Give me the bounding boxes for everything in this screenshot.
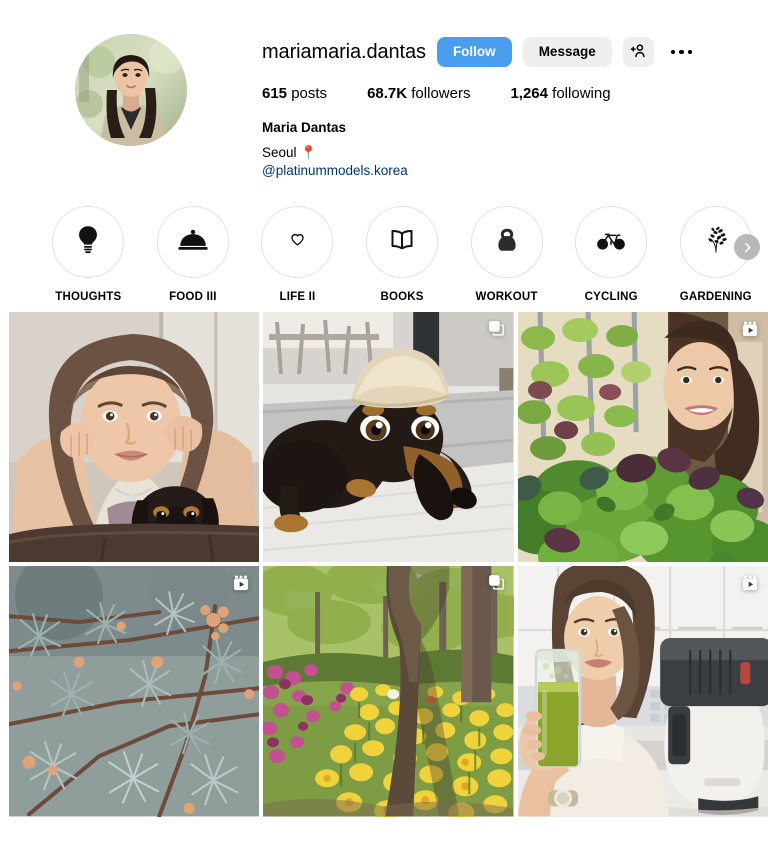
highlight-thoughts-label: THOUGHTS: [55, 291, 122, 303]
carousel-icon: [488, 574, 505, 591]
kettlebell-icon: [492, 225, 522, 260]
heart-icon: [290, 232, 305, 252]
post-dachshund-with-bread-hat[interactable]: [263, 312, 514, 563]
highlight-books[interactable]: BOOKS: [350, 206, 455, 312]
post-green-juice-kitchen[interactable]: [517, 566, 768, 817]
post-blue-spruce-branches[interactable]: [9, 566, 260, 817]
highlight-books-label: BOOKS: [380, 291, 424, 303]
instagram-profile-page: mariamaria.dantas Follow Message 615 pos…: [0, 0, 768, 842]
bicycle-icon: [594, 223, 628, 262]
username-row: mariamaria.dantas Follow Message: [262, 36, 768, 68]
food-cloche-icon: [176, 223, 210, 262]
avatar[interactable]: [75, 34, 187, 146]
bio-link[interactable]: @platinummodels.korea: [262, 162, 768, 180]
highlight-workout-label: WORKOUT: [475, 291, 538, 303]
stat-posts-value: 615: [262, 85, 288, 102]
profile-header: mariamaria.dantas Follow Message 615 pos…: [0, 0, 768, 196]
chevron-right-icon: [741, 241, 754, 254]
highlight-life-label: LIFE II: [279, 291, 316, 303]
stat-posts[interactable]: 615 posts: [262, 84, 327, 104]
stat-followers-value: 68.7K: [367, 85, 408, 102]
highlight-life[interactable]: LIFE II: [245, 206, 350, 312]
highlight-workout-ring: [470, 206, 543, 278]
reels-icon: [232, 574, 250, 592]
highlight-thoughts-ring: [52, 206, 125, 278]
carousel-icon: [488, 320, 505, 337]
bio: Maria Dantas Seoul 📍 @platinummodels.kor…: [262, 119, 768, 180]
stat-followers[interactable]: 68.7K followers: [367, 84, 470, 104]
reels-icon: [741, 574, 759, 592]
bio-location: Seoul 📍: [262, 145, 318, 160]
post-grid: [0, 312, 768, 817]
stat-following-label: following: [552, 85, 611, 102]
post-spring-daffodil-garden[interactable]: [263, 566, 514, 817]
add-person-icon: [630, 42, 647, 62]
highlights-next-button[interactable]: [734, 234, 760, 260]
highlight-workout[interactable]: WORKOUT: [454, 206, 559, 312]
highlight-cycling[interactable]: CYCLING: [559, 206, 664, 312]
highlight-food[interactable]: FOOD III: [141, 206, 246, 312]
highlight-books-ring: [366, 206, 439, 278]
stats-row: 615 posts 68.7K followers 1,264 followin…: [262, 84, 768, 104]
stat-posts-label: posts: [291, 85, 328, 102]
stat-following-value: 1,264: [510, 85, 548, 102]
username: mariamaria.dantas: [262, 41, 426, 63]
post-hydroponic-greens-harvest[interactable]: [517, 312, 768, 563]
open-book-icon: [386, 224, 418, 261]
post-woman-with-dachshund[interactable]: [9, 312, 260, 563]
plant-sprig-icon: [700, 224, 732, 261]
lightbulb-icon: [71, 223, 105, 262]
story-highlights: THOUGHTS FOOD III LIFE II BOOKS WORKOUT …: [0, 196, 768, 312]
stat-followers-label: followers: [411, 85, 471, 102]
reels-icon: [741, 320, 759, 338]
highlight-gardening-label: GARDENING: [679, 291, 752, 303]
highlight-cycling-ring: [575, 206, 648, 278]
message-button[interactable]: Message: [522, 37, 612, 67]
follow-button[interactable]: Follow: [436, 37, 512, 67]
highlight-cycling-label: CYCLING: [584, 291, 638, 303]
highlight-food-label: FOOD III: [169, 291, 217, 303]
highlight-life-ring: [261, 206, 334, 278]
highlight-thoughts[interactable]: THOUGHTS: [36, 206, 141, 312]
highlight-food-ring: [156, 206, 229, 278]
highlight-gardening[interactable]: GARDENING: [663, 206, 768, 312]
more-options-icon: [670, 49, 693, 55]
profile-info-column: mariamaria.dantas Follow Message 615 pos…: [262, 26, 768, 196]
avatar-column: [0, 26, 262, 196]
more-options-button[interactable]: [665, 37, 699, 67]
add-person-button[interactable]: [622, 37, 654, 67]
bio-full-name: Maria Dantas: [262, 120, 347, 135]
stat-following[interactable]: 1,264 following: [510, 84, 610, 104]
